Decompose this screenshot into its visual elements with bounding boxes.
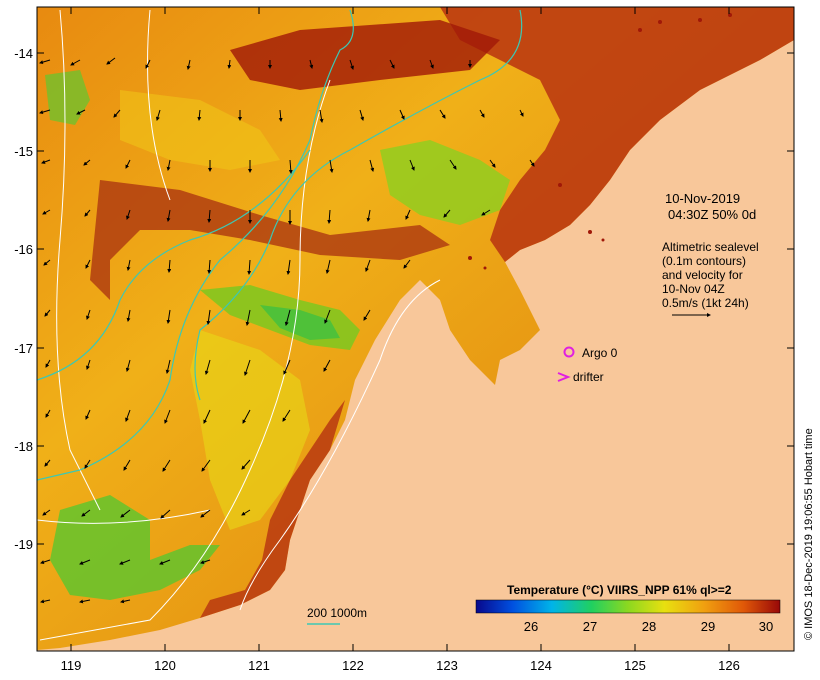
date-label: 10-Nov-2019: [665, 191, 740, 206]
lon-tick-label: 121: [248, 658, 270, 673]
info-line: Altimetric sealevel: [662, 240, 759, 254]
sst-map-figure: -14 -15 -16 -17 -18 -19 119 120 121 122 …: [14, 6, 815, 673]
depth-legend-label: 200 1000m: [307, 606, 367, 620]
info-line: 0.5m/s (1kt 24h): [662, 296, 749, 310]
lat-tick-label: -17: [14, 341, 33, 356]
colorbar-tick: 29: [701, 619, 715, 634]
drifter-label: drifter: [573, 370, 604, 384]
lat-tick-label: -16: [14, 242, 33, 257]
info-line: (0.1m contours): [662, 254, 746, 268]
lat-tick-label: -18: [14, 439, 33, 454]
lon-tick-label: 123: [436, 658, 458, 673]
info-line: and velocity for: [662, 268, 743, 282]
time-label: 04:30Z 50% 0d: [668, 207, 756, 222]
lon-tick-label: 119: [61, 658, 82, 673]
lat-tick-label: -15: [14, 144, 33, 159]
colorbar-tick: 26: [524, 619, 538, 634]
lon-tick-label: 122: [342, 658, 364, 673]
map-plot-area: [37, 7, 794, 651]
colorbar-gradient: [475, 599, 781, 614]
lat-tick-label: -14: [14, 46, 33, 61]
colorbar-tick: 27: [583, 619, 597, 634]
credit-text: © IMOS 18-Dec-2019 19:06:55 Hobart time: [803, 428, 815, 640]
colorbar-tick: 28: [642, 619, 656, 634]
lon-tick-label: 126: [718, 658, 740, 673]
info-line: 10-Nov 04Z: [662, 282, 725, 296]
lon-tick-label: 124: [530, 658, 552, 673]
colorbar-title: Temperature (°C) VIIRS_NPP 61% ql>=2: [507, 583, 732, 597]
lon-tick-label: 125: [624, 658, 646, 673]
colorbar-tick: 30: [759, 619, 773, 634]
lat-tick-label: -19: [14, 537, 33, 552]
argo-label: Argo 0: [582, 346, 618, 360]
lon-tick-label: 120: [154, 658, 176, 673]
